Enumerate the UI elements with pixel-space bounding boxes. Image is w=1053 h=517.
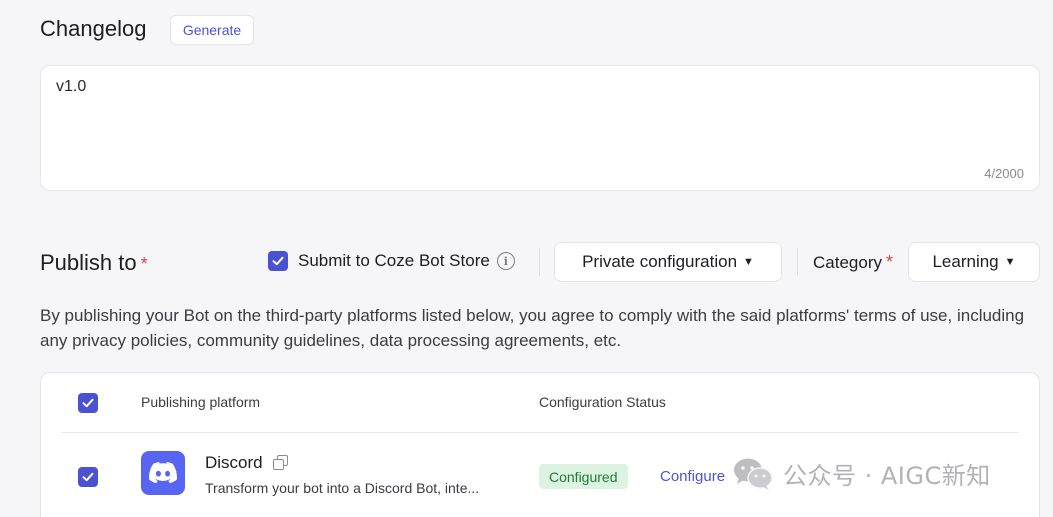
select-all-checkbox[interactable] — [78, 393, 98, 413]
generate-button[interactable]: Generate — [170, 15, 254, 45]
platform-name: Discord — [205, 453, 289, 473]
divider — [797, 248, 798, 276]
publish-title-text: Publish to — [40, 250, 137, 275]
copy-icon[interactable] — [272, 455, 289, 471]
caret-down-icon: ▼ — [1004, 256, 1016, 268]
caret-down-icon: ▼ — [743, 256, 754, 268]
watermark: 公众号 · AIGC新知 — [733, 456, 991, 491]
column-header-status: Configuration Status — [539, 394, 666, 410]
submit-store-option[interactable]: Submit to Coze Bot Store i — [268, 251, 515, 271]
wechat-icon — [734, 458, 773, 490]
platform-name-text: Discord — [205, 453, 263, 472]
changelog-textarea[interactable]: v1.0 4/2000 — [40, 65, 1040, 191]
configure-link[interactable]: Configure — [660, 468, 725, 485]
changelog-title: Changelog — [40, 16, 147, 41]
publish-disclaimer: By publishing your Bot on the third-part… — [40, 306, 1025, 350]
divider — [539, 248, 540, 276]
platform-description: Transform your bot into a Discord Bot, i… — [205, 480, 480, 496]
discord-icon — [141, 451, 185, 495]
required-mark: * — [140, 254, 148, 274]
info-icon[interactable]: i — [496, 252, 515, 270]
check-icon — [82, 472, 94, 482]
submit-store-checkbox[interactable] — [268, 251, 288, 271]
submit-store-label[interactable]: Submit to Coze Bot Store — [298, 251, 490, 271]
char-counter: 4/2000 — [984, 166, 1024, 181]
check-icon — [82, 398, 94, 408]
discord-logo-glyph — [149, 462, 177, 484]
publish-title: Publish to * — [40, 250, 148, 276]
required-mark: * — [885, 252, 893, 272]
changelog-value[interactable]: v1.0 — [56, 78, 86, 96]
status-badge: Configured — [539, 464, 628, 489]
category-label: Category * — [813, 252, 893, 273]
private-configuration-label: Private configuration — [582, 252, 738, 271]
category-label-text: Category — [813, 253, 882, 272]
private-configuration-dropdown[interactable]: Private configuration ▼ — [554, 242, 782, 282]
check-icon — [272, 256, 284, 266]
watermark-text: 公众号 · AIGC新知 — [783, 462, 991, 490]
row-checkbox[interactable] — [78, 467, 98, 487]
category-value: Learning — [932, 252, 999, 271]
category-dropdown[interactable]: Learning ▼ — [908, 242, 1040, 282]
row-divider — [61, 432, 1019, 433]
column-header-platform: Publishing platform — [141, 394, 261, 410]
